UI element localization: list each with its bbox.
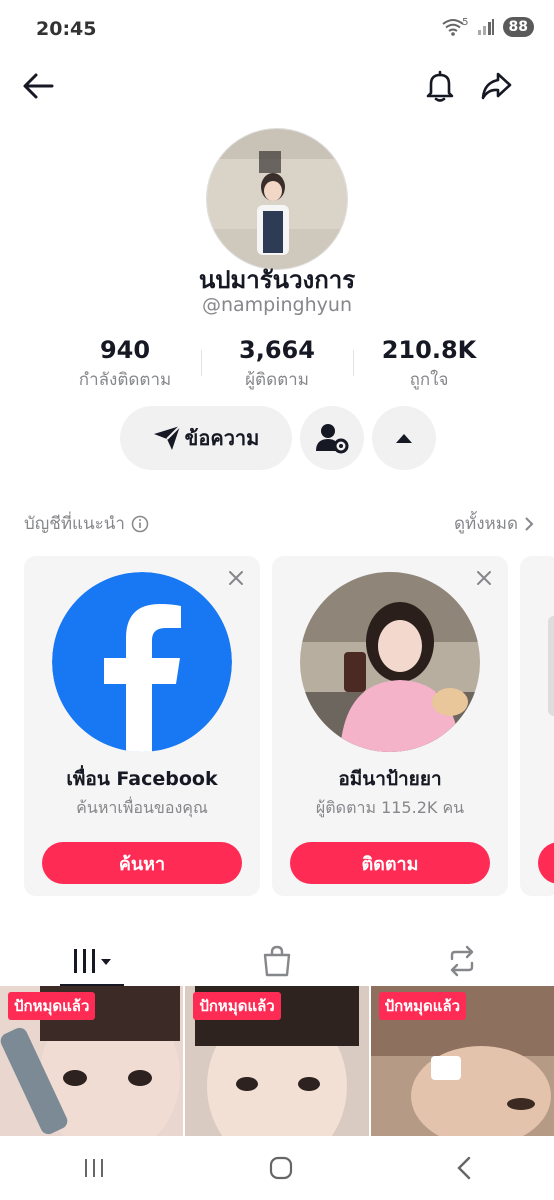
stat-following[interactable]: 940 กำลังติดตาม: [50, 336, 200, 393]
video-thumbnail[interactable]: ปักหมุดแล้ว: [370, 986, 554, 1136]
shopping-bag-icon: [263, 945, 291, 977]
system-nav-bar: [0, 1136, 554, 1200]
suggested-title-wrap: บัญชีที่แนะนำ: [24, 510, 149, 537]
grid-icon: [74, 949, 112, 973]
suggestion-card-partial: [520, 556, 554, 896]
stat-label: ถูกใจ: [409, 370, 449, 390]
pinned-badge: ปักหมุดแล้ว: [193, 992, 281, 1020]
stat-value: 210.8K: [381, 336, 477, 364]
stat-value: 940: [99, 336, 151, 364]
close-icon[interactable]: [226, 568, 246, 588]
arrow-left-icon: [23, 73, 54, 99]
back-nav-icon[interactable]: [456, 1156, 472, 1180]
share-button[interactable]: [476, 66, 516, 106]
suggested-header: บัญชีที่แนะนำ ดูทั้งหมด: [24, 510, 534, 537]
partial-avatar: [548, 616, 554, 716]
see-all-link[interactable]: ดูทั้งหมด: [454, 510, 534, 537]
caret-up-icon: [396, 434, 412, 443]
home-icon[interactable]: [269, 1156, 293, 1180]
video-grid: ปักหมุดแล้ว ปักหมุดแล้ว ปักหมุดแล้ว: [0, 986, 554, 1136]
message-label: ข้อความ: [184, 426, 260, 450]
stat-label: ผู้ติดตาม: [245, 370, 309, 390]
notification-button[interactable]: [420, 66, 460, 106]
card-subtitle: ผู้ติดตาม 115.2K คน: [315, 798, 465, 817]
wifi-icon: [442, 19, 464, 36]
suggested-user-avatar[interactable]: [300, 572, 480, 752]
tab-reposts[interactable]: [369, 936, 554, 986]
expand-suggestions-button[interactable]: [372, 406, 436, 470]
top-nav: [0, 60, 554, 112]
suggested-title: บัญชีที่แนะนำ: [24, 514, 125, 534]
stat-likes[interactable]: 210.8K ถูกใจ: [354, 336, 504, 393]
user-gear-icon: [316, 424, 349, 454]
username: @nampinghyun: [201, 294, 352, 316]
card-subtitle: ค้นหาเพื่อนของคุณ: [76, 798, 208, 817]
status-bar: 20:45 5 88: [0, 0, 554, 60]
friend-settings-button[interactable]: [300, 406, 364, 470]
network-type: 5: [462, 16, 469, 28]
stat-followers[interactable]: 3,664 ผู้ติดตาม: [202, 336, 352, 393]
partial-button[interactable]: [538, 842, 554, 884]
card-name: เพื่อน Facebook: [66, 768, 218, 790]
card-name: อมีนาป้ายยา: [338, 768, 442, 790]
pinned-badge: ปักหมุดแล้ว: [378, 992, 467, 1020]
profile-avatar[interactable]: [206, 128, 348, 270]
share-icon: [481, 72, 512, 100]
pinned-badge: ปักหมุดแล้ว: [8, 992, 96, 1020]
recent-apps-icon[interactable]: [82, 1157, 106, 1179]
status-icons: 5 88: [442, 17, 534, 37]
content-tabs: [0, 936, 554, 986]
tab-videos[interactable]: [0, 936, 185, 986]
message-button[interactable]: ข้อความ: [120, 406, 292, 470]
chevron-right-icon: [525, 516, 534, 531]
status-time: 20:45: [36, 18, 97, 40]
see-all-label: ดูทั้งหมด: [454, 514, 518, 534]
battery-indicator: 88: [502, 17, 534, 37]
bell-icon: [426, 70, 454, 102]
back-button[interactable]: [18, 66, 58, 106]
find-friends-button[interactable]: ค้นหา: [42, 842, 242, 884]
profile-stats: 940 กำลังติดตาม 3,664 ผู้ติดตาม 210.8K ถ…: [50, 336, 504, 393]
suggestion-card-user: อมีนาป้ายยา ผู้ติดตาม 115.2K คน ติดตาม: [272, 556, 508, 896]
stat-label: กำลังติดตาม: [78, 370, 172, 390]
follow-button[interactable]: ติดตาม: [290, 842, 490, 884]
close-icon[interactable]: [474, 568, 494, 588]
video-thumbnail[interactable]: ปักหมุดแล้ว: [185, 986, 369, 1136]
tab-shop[interactable]: [185, 936, 370, 986]
facebook-logo-icon: [52, 572, 232, 752]
info-icon[interactable]: [131, 515, 149, 533]
send-icon: [153, 425, 181, 450]
profile-actions: ข้อความ: [120, 406, 436, 470]
stat-value: 3,664: [239, 336, 315, 364]
suggestion-card-facebook: เพื่อน Facebook ค้นหาเพื่อนของคุณ ค้นหา: [24, 556, 260, 896]
video-thumbnail[interactable]: ปักหมุดแล้ว: [0, 986, 184, 1136]
repost-icon: [450, 945, 473, 977]
signal-icon: [477, 19, 494, 35]
